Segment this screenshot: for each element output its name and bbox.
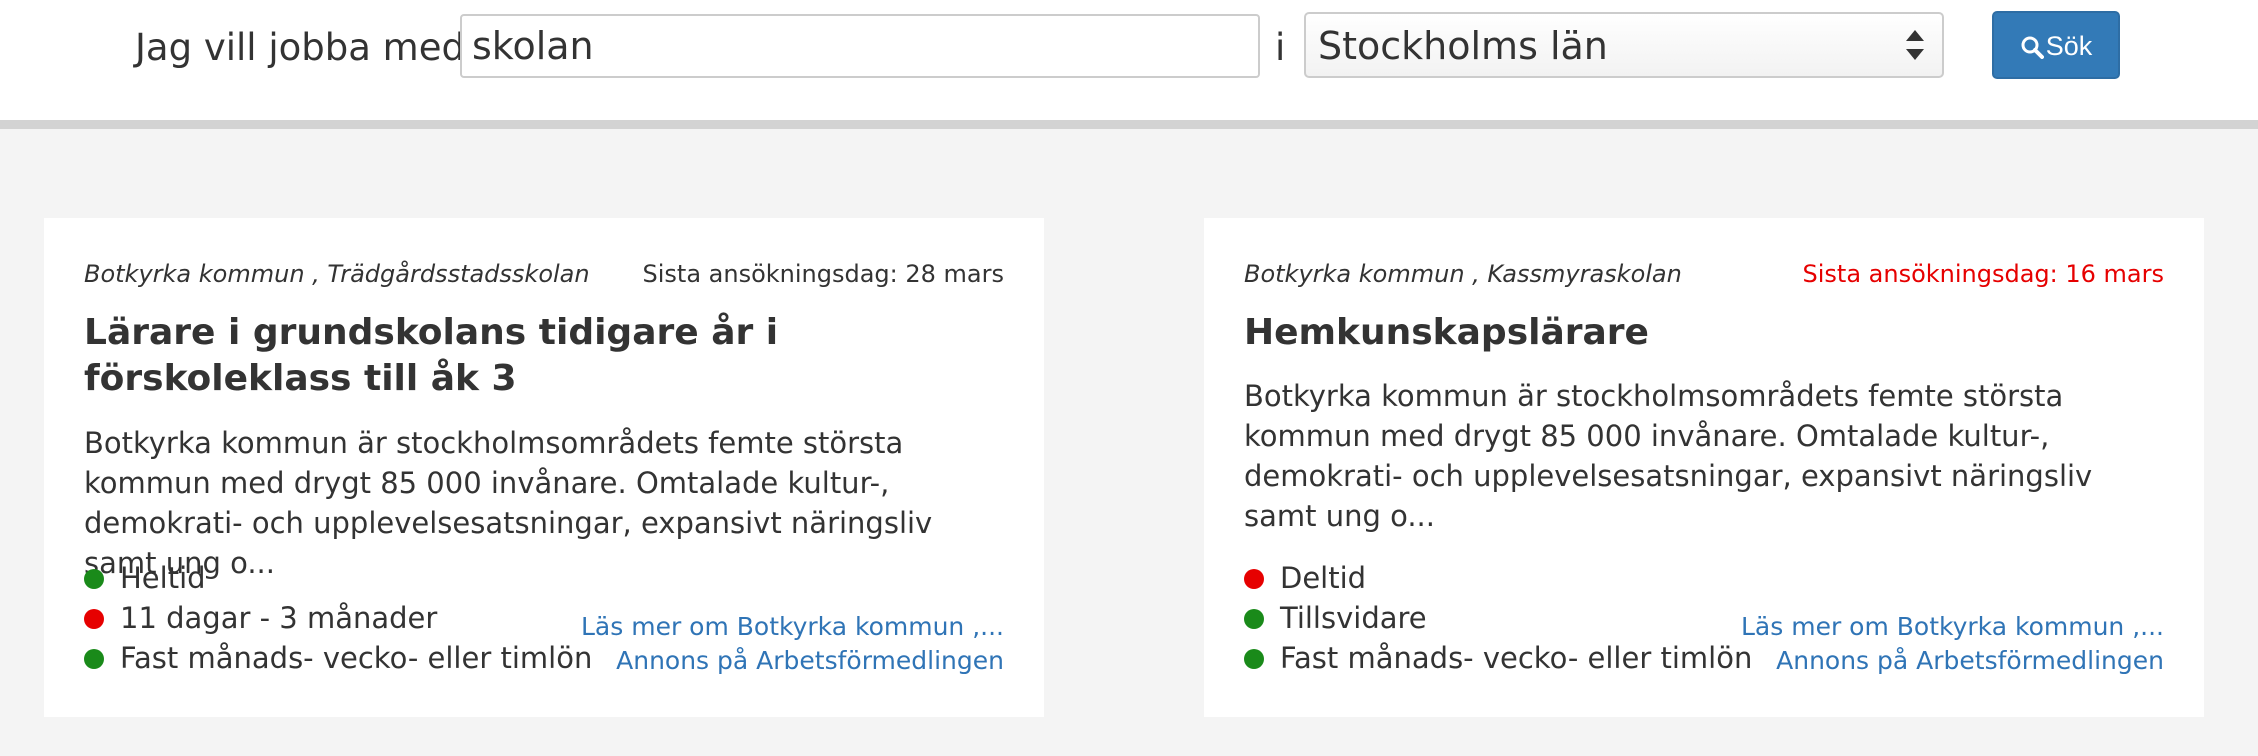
job-tag-label: 11 dagar - 3 månader <box>120 601 438 635</box>
job-employer: Botkyrka kommun , Trädgårdsstadsskolan <box>84 260 590 288</box>
job-tag-label: Fast månads- vecko- eller timlön <box>1280 641 1753 675</box>
search-bar: Jag vill jobba med i Stockholms län Sök <box>0 0 2258 129</box>
status-dot-icon <box>84 569 104 589</box>
employer-link[interactable]: Läs mer om Botkyrka kommun ,... <box>1741 610 2164 644</box>
job-tag: Tillsvidare <box>1244 598 1752 638</box>
search-button-label: Sök <box>2045 31 2093 61</box>
job-card: Botkyrka kommun , Kassmyraskolan Sista a… <box>1204 218 2204 717</box>
job-title[interactable]: Lärare i grundskolans tidigare år i förs… <box>84 310 1014 402</box>
status-dot-icon <box>1244 609 1264 629</box>
job-title[interactable]: Hemkunskapslärare <box>1244 310 2174 356</box>
job-tag-label: Fast månads- vecko- eller timlön <box>120 641 593 675</box>
job-tags: Deltid Tillsvidare Fast månads- vecko- e… <box>1244 558 1752 678</box>
job-description: Botkyrka kommun är stockholmsområdets fe… <box>1244 379 2093 533</box>
status-dot-icon <box>1244 649 1264 669</box>
job-tag-label: Tillsvidare <box>1280 601 1427 635</box>
job-tag: 11 dagar - 3 månader <box>84 598 592 638</box>
job-tag: Deltid <box>1244 558 1752 598</box>
select-arrows-icon <box>1906 30 1924 60</box>
job-tag: Fast månads- vecko- eller timlön <box>84 638 592 678</box>
employer-link[interactable]: Läs mer om Botkyrka kommun ,... <box>581 610 1004 644</box>
status-dot-icon <box>84 649 104 669</box>
status-dot-icon <box>84 609 104 629</box>
status-dot-icon <box>1244 569 1264 589</box>
ad-link[interactable]: Annons på Arbetsförmedlingen <box>1741 644 2164 678</box>
job-links: Läs mer om Botkyrka kommun ,... Annons p… <box>1741 610 2164 678</box>
job-links: Läs mer om Botkyrka kommun ,... Annons p… <box>581 610 1004 678</box>
search-input[interactable] <box>460 14 1260 78</box>
search-icon <box>2021 36 2044 59</box>
job-tag-label: Deltid <box>1280 561 1367 595</box>
job-tag: Fast månads- vecko- eller timlön <box>1244 638 1752 678</box>
county-select-value: Stockholms län <box>1318 24 1608 68</box>
search-button[interactable]: Sök <box>1992 11 2120 79</box>
job-tag-label: Heltid <box>120 561 206 595</box>
job-deadline: Sista ansökningsdag: 16 mars <box>1802 260 2165 288</box>
in-label: i <box>1275 26 1286 69</box>
job-tag: Heltid <box>84 558 592 598</box>
job-tags: Heltid 11 dagar - 3 månader Fast månads-… <box>84 558 592 678</box>
job-card: Botkyrka kommun , Trädgårdsstadsskolan S… <box>44 218 1044 717</box>
ad-link[interactable]: Annons på Arbetsförmedlingen <box>581 644 1004 678</box>
search-label: Jag vill jobba med <box>135 26 465 69</box>
job-deadline: Sista ansökningsdag: 28 mars <box>642 260 1005 288</box>
job-employer: Botkyrka kommun , Kassmyraskolan <box>1244 260 1682 288</box>
county-select[interactable]: Stockholms län <box>1304 12 1944 78</box>
